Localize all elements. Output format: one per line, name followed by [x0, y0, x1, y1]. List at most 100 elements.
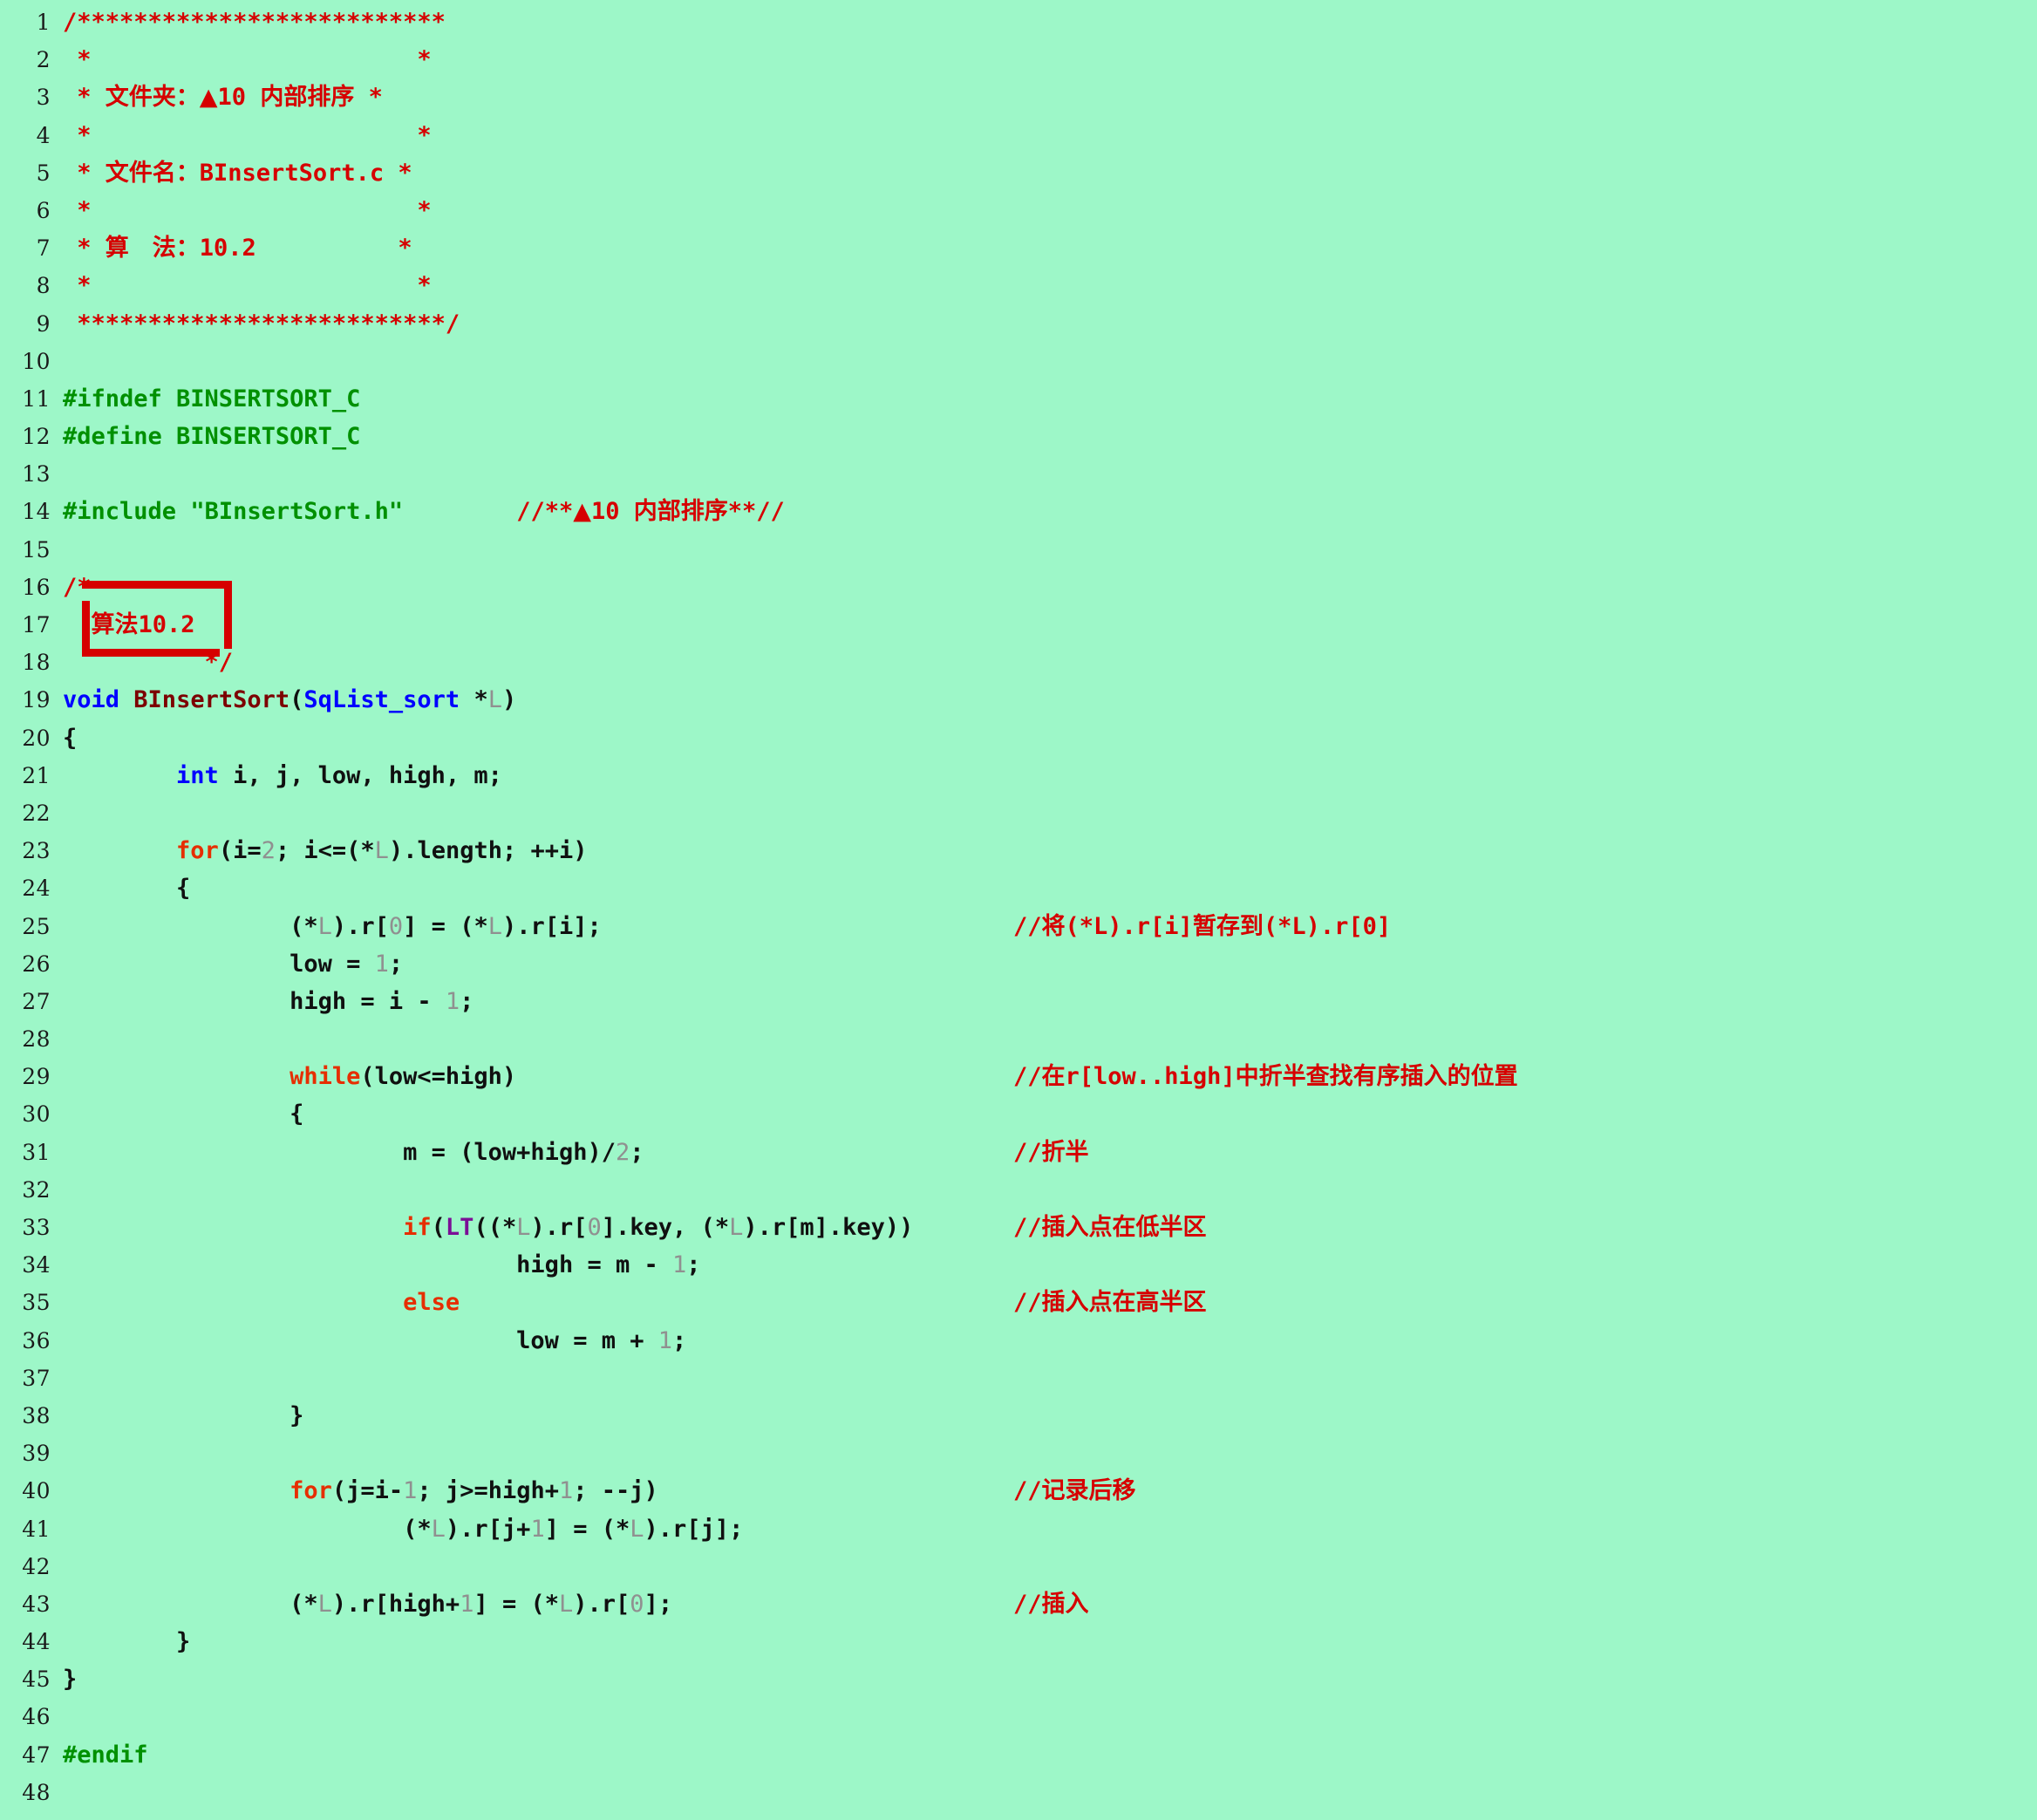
token-num: 1	[671, 1251, 687, 1279]
code-line[interactable]: 45}	[0, 1660, 2037, 1698]
token-comment: 10.2	[138, 611, 209, 638]
code-line[interactable]: 22	[0, 794, 2037, 832]
code-line[interactable]: 6 * *	[0, 192, 2037, 229]
line-number: 17	[22, 612, 51, 637]
token-comment: 算 法：	[105, 235, 200, 262]
code-line-content: (*L).r[j+1] = (*L).r[j];	[63, 1510, 2037, 1548]
code-line[interactable]: 26 low = 1;	[0, 945, 2037, 983]
trailing-comment-text: //	[1013, 1138, 1042, 1166]
code-line-content: (*L).r[high+1] = (*L).r[0];//插入	[63, 1585, 2037, 1623]
code-line[interactable]: 12 #define BINSERTSORT_C	[0, 418, 2037, 455]
line-number: 26	[22, 951, 51, 977]
token-var: L	[431, 1515, 446, 1543]
code-line-content: **************************/	[63, 305, 2037, 343]
code-line[interactable]: 41 (*L).r[j+1] = (*L).r[j];	[0, 1510, 2037, 1548]
code-line-content: #endif	[63, 1736, 2037, 1774]
token-comment: * *	[63, 121, 432, 149]
line-number: 10	[22, 348, 51, 374]
token-plain: ] = (*	[403, 912, 488, 940]
token-num: 0	[587, 1214, 602, 1241]
token-plain: ;	[630, 1138, 644, 1166]
trailing-comment-text: (*L).r[0]	[1263, 912, 1392, 940]
trailing-comment-text: 暂存到	[1192, 912, 1264, 940]
code-line[interactable]: 43 (*L).r[high+1] = (*L).r[0];//插入	[0, 1585, 2037, 1623]
code-line-content: /*	[63, 569, 2037, 649]
line-number: 45	[22, 1667, 51, 1693]
code-line[interactable]: 34 high = m - 1;	[0, 1246, 2037, 1284]
code-line[interactable]: 19 void BInsertSort(SqList_sort *L)	[0, 681, 2037, 719]
code-line[interactable]: 38 }	[0, 1397, 2037, 1435]
code-line[interactable]: 21 int i, j, low, high, m;	[0, 757, 2037, 794]
code-line-content: (*L).r[0] = (*L).r[i];//将(*L).r[i]暂存到(*L…	[63, 908, 2037, 945]
code-line[interactable]: 27 high = i - 1;	[0, 983, 2037, 1020]
line-number: 44	[22, 1629, 51, 1655]
token-plain: ).r[	[530, 1214, 588, 1241]
code-line[interactable]: 2 * *	[0, 41, 2037, 78]
token-plain: i, j, low, high, m;	[218, 761, 502, 789]
token-plain: ;	[460, 987, 474, 1015]
code-line[interactable]: 23 for(i=2; i<=(*L).length; ++i)	[0, 832, 2037, 869]
code-line[interactable]: 33 if(LT((*L).r[0].key, (*L).r[m].key)) /…	[0, 1209, 2037, 1246]
code-line[interactable]: 20 {	[0, 719, 2037, 757]
code-line[interactable]: 10	[0, 343, 2037, 380]
code-line[interactable]: 44 }	[0, 1623, 2037, 1660]
token-plain: }	[63, 1628, 191, 1656]
token-plain: ).r[i];	[501, 912, 602, 940]
token-str: "BInsertSort.h"	[190, 498, 404, 526]
code-line[interactable]: 36 low = m + 1;	[0, 1322, 2037, 1360]
code-line-content: /**************************	[63, 3, 2037, 41]
line-number: 48	[22, 1779, 51, 1805]
code-line[interactable]: 7 * 算 法：10.2 *	[0, 229, 2037, 267]
code-line[interactable]: 32	[0, 1171, 2037, 1209]
token-plain: (low<=high)	[360, 1063, 517, 1091]
token-plain: *	[460, 686, 488, 714]
code-line[interactable]: 8 * *	[0, 267, 2037, 304]
code-line[interactable]: 11 #ifndef BINSERTSORT_C	[0, 380, 2037, 418]
code-line[interactable]: 17 算法10.2	[0, 601, 2037, 644]
line-number: 22	[22, 800, 51, 826]
code-line[interactable]: 30 {	[0, 1095, 2037, 1133]
code-line-content: void BInsertSort(SqList_sort *L)	[63, 681, 2037, 719]
token-plain: high = m -	[63, 1251, 672, 1279]
token-plain: ] = (*	[473, 1590, 559, 1618]
line-number: 24	[22, 876, 51, 902]
code-line[interactable]: 16 /*	[0, 569, 2037, 649]
code-line[interactable]: 35 else //插入点在高半区	[0, 1284, 2037, 1321]
token-plain: ; j>=high+	[417, 1477, 559, 1505]
code-line[interactable]: 37	[0, 1360, 2037, 1397]
code-line-content: * *	[63, 41, 2037, 78]
code-line[interactable]: 9 **************************/	[0, 305, 2037, 343]
line-number: 34	[22, 1252, 51, 1278]
code-line[interactable]: 5 * 文件名：BInsertSort.c *	[0, 154, 2037, 192]
code-line[interactable]: 46	[0, 1698, 2037, 1735]
code-line[interactable]: 1 /**************************	[0, 3, 2037, 41]
code-line[interactable]: 40 for(j=i-1; j>=high+1; --j)//记录后移	[0, 1472, 2037, 1510]
token-comment: *	[63, 159, 106, 187]
code-line[interactable]: 28	[0, 1020, 2037, 1058]
token-comment: 内部排序	[633, 498, 728, 526]
code-line[interactable]: 13	[0, 455, 2037, 493]
code-line[interactable]: 31 m = (low+high)/2; //折半	[0, 1134, 2037, 1171]
line-number: 36	[22, 1327, 51, 1353]
code-line[interactable]: 24 {	[0, 869, 2037, 907]
token-var: L	[374, 837, 389, 865]
code-line[interactable]: 42	[0, 1548, 2037, 1585]
code-line[interactable]: 15	[0, 531, 2037, 569]
line-number: 25	[22, 913, 51, 939]
algorithm-box-right-border-mid	[224, 601, 232, 643]
code-line[interactable]: 3 * 文件夹：▲10 内部排序 *	[0, 78, 2037, 116]
code-line[interactable]: 18 */	[0, 637, 2037, 681]
code-line[interactable]: 4 * *	[0, 117, 2037, 154]
code-line[interactable]: 14 #include "BInsertSort.h" //**▲10 内部排序*…	[0, 493, 2037, 530]
line-number: 37	[22, 1365, 51, 1391]
trailing-comment-text: //	[1013, 1477, 1042, 1505]
code-line[interactable]: 39	[0, 1435, 2037, 1472]
code-line[interactable]: 48	[0, 1774, 2037, 1811]
code-line[interactable]: 29 while(low<=high) //在r[low..high]中折半查找有…	[0, 1058, 2037, 1095]
code-line[interactable]: 25 (*L).r[0] = (*L).r[i];//将(*L).r[i]暂存到…	[0, 908, 2037, 945]
code-line[interactable]: 47 #endif	[0, 1736, 2037, 1774]
token-num: 0	[388, 912, 404, 940]
code-editor[interactable]: 1/************************** 2 * * 3 * 文件夹…	[0, 0, 2037, 1820]
line-number: 20	[22, 725, 51, 751]
token-ctrl: if	[403, 1214, 432, 1241]
